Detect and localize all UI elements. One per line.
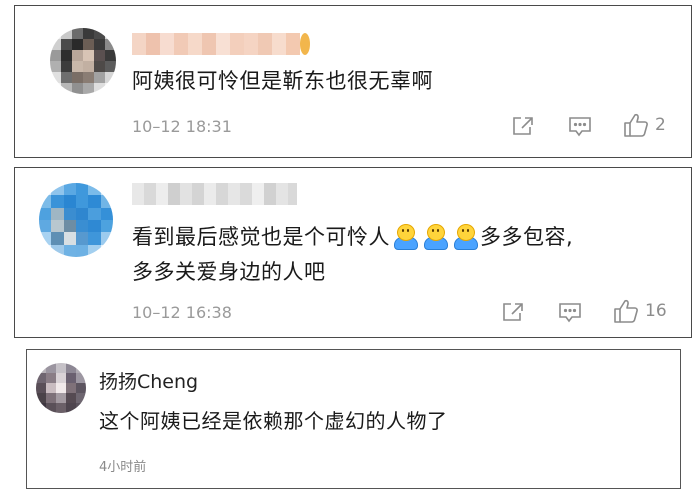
comment-line-1-tail: 多多包容, (480, 225, 574, 249)
username[interactable]: 扬扬Cheng (99, 367, 198, 394)
comment-line-1: 看到最后感觉也是个可怜人 (132, 225, 390, 249)
hug-emoji-icon (454, 224, 478, 250)
username-blurred[interactable] (132, 183, 297, 205)
share-button[interactable] (512, 116, 534, 136)
like-count: 2 (655, 115, 666, 135)
share-icon (503, 303, 523, 321)
avatar[interactable] (36, 363, 86, 413)
avatar[interactable] (50, 28, 116, 94)
share-button[interactable] (502, 302, 524, 322)
comment-icon (569, 117, 591, 137)
comment-card-3: 扬扬Cheng 这个阿姨已经是依赖那个虚幻的人物了 4小时前 (26, 349, 681, 489)
timestamp: 4小时前 (99, 460, 147, 475)
share-icon (513, 117, 533, 135)
comment-icon (559, 303, 581, 323)
comment-card-1: 阿姨很可怜但是靳东也很无辜啊 10–12 18:31 2 (14, 5, 692, 158)
comment-card-2: 看到最后感觉也是个可怜人 多多包容, 多多关爱身边的人吧 10–12 16:38 … (14, 167, 692, 338)
like-icon (624, 113, 648, 137)
hug-emoji-icon (424, 224, 448, 250)
like-button[interactable]: 2 (623, 112, 666, 138)
like-button[interactable]: 16 (613, 298, 667, 324)
like-count: 16 (645, 301, 667, 321)
username-blurred[interactable] (132, 33, 322, 55)
pixelated-avatar-image (50, 28, 116, 94)
comment-text: 阿姨很可怜但是靳东也很无辜啊 (132, 69, 433, 93)
avatar-image (36, 363, 86, 413)
avatar[interactable] (39, 183, 113, 257)
comment-line-2: 多多关爱身边的人吧 (132, 260, 326, 284)
comment-text: 这个阿姨已经是依赖那个虚幻的人物了 (99, 409, 448, 433)
comment-text: 看到最后感觉也是个可怜人 多多包容, (132, 220, 573, 254)
timestamp: 10–12 16:38 (132, 303, 232, 322)
reply-button[interactable] (558, 302, 582, 324)
reply-button[interactable] (568, 116, 592, 138)
pixelated-avatar-image (39, 183, 113, 257)
like-icon (614, 299, 638, 323)
timestamp: 10–12 18:31 (132, 117, 232, 136)
hug-emoji-icon (394, 224, 418, 250)
